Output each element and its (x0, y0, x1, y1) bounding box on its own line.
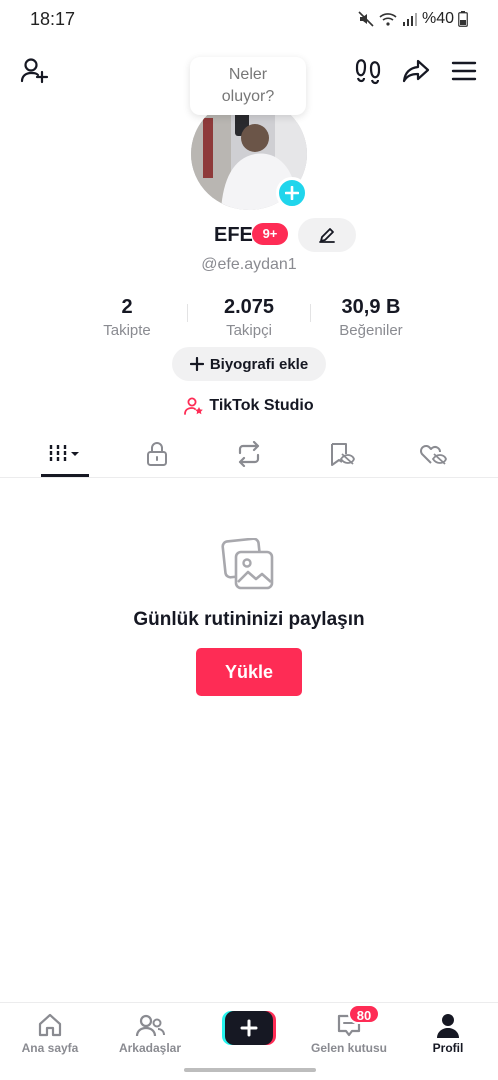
add-friend-button[interactable] (18, 55, 50, 87)
nav-inbox-label: Gelen kutusu (310, 1041, 387, 1055)
wifi-icon (379, 13, 397, 26)
nav-home-label: Ana sayfa (21, 1041, 79, 1055)
add-bio-button[interactable]: Biyografi ekle (172, 347, 326, 381)
inbox-badge: 80 (348, 1004, 380, 1024)
profile-name: EFE (214, 224, 253, 246)
lock-icon (147, 442, 167, 466)
person-plus-icon (20, 58, 49, 84)
nav-profile-label: Profil (432, 1041, 464, 1055)
status-note-bubble[interactable]: Neler oluyor? (190, 57, 306, 115)
nav-friends[interactable]: Arkadaşlar (105, 1011, 195, 1055)
profile-views-button[interactable] (352, 55, 384, 87)
mute-icon (358, 11, 374, 27)
following-stat[interactable]: 2 Takipte (67, 296, 187, 339)
bookmark-hidden-icon (331, 443, 355, 466)
nav-profile[interactable]: Profil (403, 1011, 493, 1055)
footprints-icon (355, 59, 381, 85)
create-button[interactable] (222, 1011, 276, 1045)
stat-divider (187, 304, 188, 322)
following-label: Takipte (103, 322, 151, 339)
likes-label: Beğeniler (339, 322, 403, 339)
likes-stat[interactable]: 30,9 B Beğeniler (311, 296, 431, 339)
status-icons: %40 (358, 10, 468, 28)
battery-icon (458, 11, 468, 27)
add-bio-label: Biyografi ekle (209, 355, 309, 373)
followers-label: Takipçi (226, 322, 272, 339)
repost-icon (238, 441, 260, 467)
edit-profile-button[interactable] (298, 218, 356, 252)
home-icon (38, 1013, 62, 1037)
liked-hidden-icon (420, 445, 447, 465)
add-story-button[interactable] (276, 177, 308, 209)
following-count: 2 (121, 296, 133, 318)
tab-reposts[interactable] (219, 432, 279, 476)
likes-count: 30,9 B (341, 296, 401, 318)
pencil-icon (319, 228, 335, 243)
tiktok-studio-link[interactable]: TikTok Studio (0, 396, 498, 416)
battery-percent: %40 (421, 10, 454, 27)
profile-icon (437, 1014, 459, 1038)
tab-favorites[interactable] (311, 432, 371, 476)
grid-videos-icon (49, 445, 79, 463)
upload-button[interactable]: Yükle (196, 648, 302, 696)
status-note-line2: oluyor? (221, 88, 275, 105)
menu-button[interactable] (448, 55, 480, 87)
friends-icon (135, 1014, 165, 1037)
tab-liked[interactable] (403, 432, 463, 476)
home-indicator[interactable] (184, 1068, 316, 1072)
followers-stat[interactable]: 2.075 Takipçi (189, 296, 309, 339)
status-time: 18:17 (30, 9, 76, 29)
creator-star-icon (184, 397, 204, 415)
status-bar: 18:17 %40 (0, 0, 498, 40)
profile-handle: @efe.aydan1 (201, 256, 297, 273)
empty-state-title: Günlük rutininizi paylaşın (133, 609, 365, 630)
nav-friends-label: Arkadaşlar (118, 1041, 182, 1055)
hamburger-menu-icon (451, 61, 477, 81)
share-arrow-icon (402, 59, 430, 83)
plus-icon (240, 1019, 258, 1037)
status-note-line1: Neler (228, 66, 268, 83)
tab-private[interactable] (127, 432, 187, 476)
profile-stats: 2 Takipte 2.075 Takipçi 30,9 B Beğeniler (0, 296, 498, 340)
share-profile-button[interactable] (400, 55, 432, 87)
plus-icon (285, 186, 299, 200)
tab-videos[interactable] (35, 432, 95, 476)
nav-home[interactable]: Ana sayfa (5, 1011, 95, 1055)
plus-icon (189, 357, 204, 371)
notification-badge[interactable]: 9+ (252, 223, 288, 245)
followers-count: 2.075 (223, 296, 275, 318)
active-tab-indicator (41, 474, 89, 477)
tiktok-studio-label: TikTok Studio (209, 397, 314, 414)
photos-icon (221, 538, 274, 590)
content-tabs (0, 432, 498, 478)
signal-icon (402, 13, 417, 26)
